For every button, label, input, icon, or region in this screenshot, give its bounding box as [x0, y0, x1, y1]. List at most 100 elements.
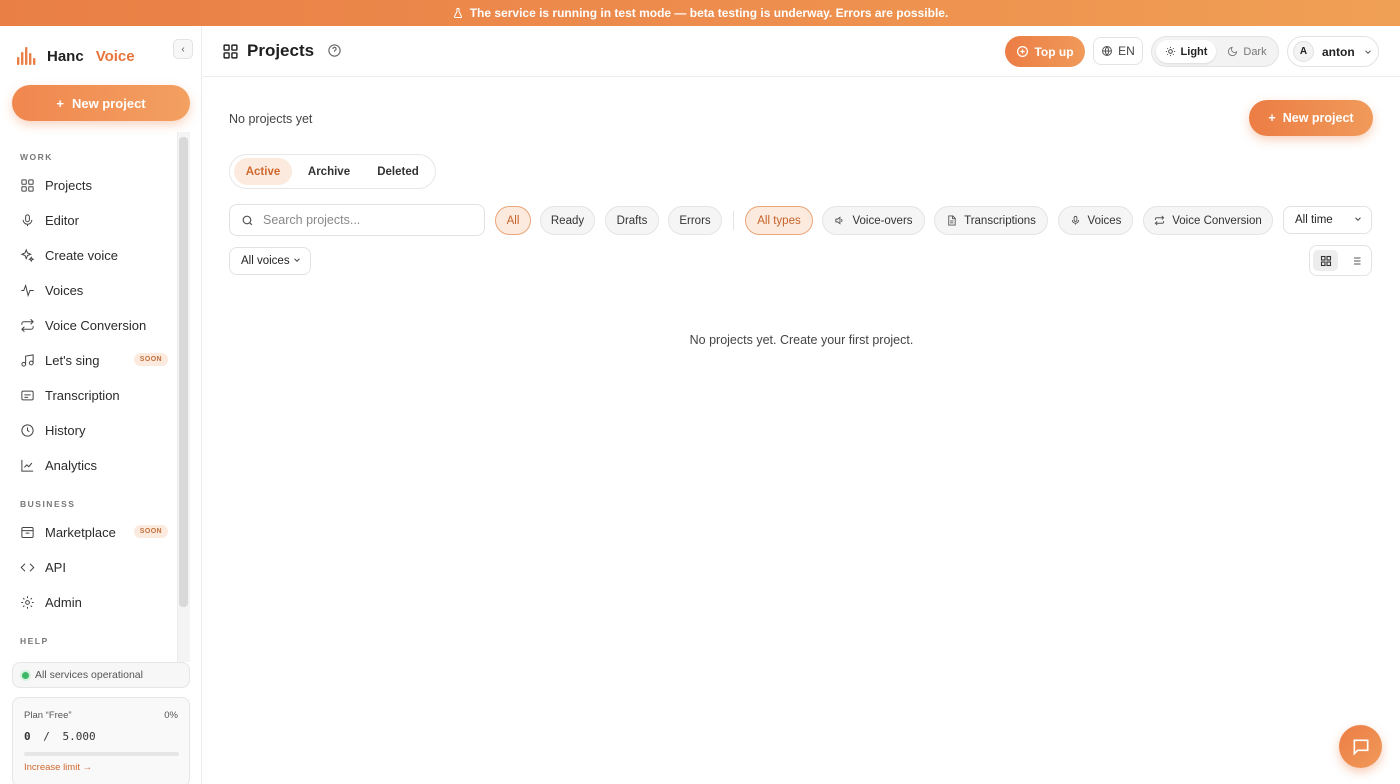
banner-text: The service is running in test mode — be…: [469, 6, 949, 20]
sun-icon: [1165, 46, 1175, 57]
time-range-value: All time: [1295, 214, 1333, 226]
voices-select[interactable]: All voices: [229, 247, 311, 275]
page-title: Projects: [222, 41, 314, 61]
clock-icon: [21, 423, 34, 437]
filter-type-label: Voices: [1087, 214, 1122, 227]
sidebar-item-editor[interactable]: Editor: [12, 205, 174, 235]
brand-name: Hanc: [47, 47, 84, 65]
chat-icon: [1353, 739, 1368, 756]
chart-line-icon: [21, 459, 34, 472]
main-new-project-button[interactable]: + New project: [1249, 100, 1373, 136]
user-name: anton: [1322, 44, 1355, 59]
search-input[interactable]: [263, 213, 463, 227]
sparkle-icon: [20, 248, 35, 262]
sidebar-item-label: Admin: [45, 594, 82, 610]
theme-light-option[interactable]: Light: [1156, 40, 1216, 63]
repeat-icon: [1154, 215, 1165, 226]
section-label-business: BUSINESS: [20, 499, 76, 509]
filter-type-label: Voice-overs: [852, 214, 913, 227]
chevron-down-icon: [1364, 49, 1371, 54]
plus-circle-icon: [1017, 46, 1029, 57]
filter-type-all[interactable]: All types: [745, 206, 813, 235]
plan-name: Plan “Free”: [24, 710, 72, 721]
service-status[interactable]: All services operational: [12, 662, 190, 688]
mic-icon: [22, 213, 33, 226]
user-menu-button[interactable]: A anton: [1287, 36, 1379, 67]
document-icon: [948, 215, 956, 226]
project-tabs: Active Archive Deleted: [229, 154, 436, 189]
page-title-text: Projects: [247, 41, 315, 60]
language-selector[interactable]: EN: [1093, 37, 1143, 65]
filter-status-ready[interactable]: Ready: [540, 206, 595, 235]
sidebar-item-label: Analytics: [45, 457, 98, 473]
chat-support-button[interactable]: [1339, 725, 1382, 768]
gear-icon: [21, 595, 34, 609]
filter-status-all[interactable]: All: [495, 206, 531, 235]
help-circle-icon[interactable]: [327, 43, 342, 58]
plus-icon: +: [1268, 111, 1276, 125]
sidebar-item-voice-conversion[interactable]: Voice Conversion: [12, 310, 174, 340]
mic-icon: [1071, 215, 1079, 225]
sidebar-scrollbar[interactable]: [179, 137, 188, 607]
subtitles-icon: [21, 390, 34, 400]
sidebar-item-transcription[interactable]: Transcription: [12, 380, 174, 410]
logo[interactable]: Hanc Voice: [17, 47, 135, 65]
time-range-select[interactable]: All time: [1283, 206, 1372, 234]
view-mode-toggle: [1309, 245, 1372, 276]
sidebar-item-analytics[interactable]: Analytics: [12, 450, 174, 480]
sidebar-item-marketplace[interactable]: Marketplace SOON: [12, 517, 174, 547]
sidebar-item-label: Editor: [45, 212, 79, 228]
soon-badge: SOON: [133, 353, 168, 366]
sidebar-item-lets-sing[interactable]: Let's sing SOON: [12, 345, 174, 375]
sidebar: Hanc Voice ‹ + New project WORK Projects…: [0, 26, 202, 784]
filter-type-voice-conversion[interactable]: Voice Conversion: [1143, 206, 1273, 235]
sidebar-new-project-button[interactable]: + New project: [12, 85, 190, 121]
new-project-label: New project: [71, 95, 146, 111]
chevron-down-icon: [1355, 217, 1361, 221]
filter-status-drafts[interactable]: Drafts: [605, 206, 659, 235]
status-dot-icon: [22, 671, 29, 679]
tab-active[interactable]: Active: [234, 158, 292, 185]
filter-type-voice-overs[interactable]: Voice-overs: [822, 206, 925, 235]
sidebar-item-api[interactable]: API: [12, 552, 174, 582]
filter-type-label: Transcriptions: [964, 214, 1036, 227]
sidebar-item-label: Create voice: [45, 247, 118, 263]
avatar: A: [1293, 41, 1314, 62]
sidebar-item-projects[interactable]: Projects: [12, 170, 174, 200]
plan-progress-bar: [24, 752, 179, 756]
theme-dark-option[interactable]: Dark: [1218, 40, 1276, 63]
voices-select-value: All voices: [241, 255, 290, 267]
sidebar-item-label: Let's sing: [45, 352, 100, 368]
filter-type-voices[interactable]: Voices: [1058, 206, 1133, 235]
tab-archive[interactable]: Archive: [298, 158, 360, 185]
language-label: EN: [1118, 44, 1135, 58]
moon-icon: [1228, 46, 1238, 57]
list-view-button[interactable]: [1343, 250, 1368, 271]
tab-deleted[interactable]: Deleted: [366, 158, 430, 185]
increase-limit-link[interactable]: Increase limit →: [24, 762, 92, 773]
sidebar-item-voices[interactable]: Voices: [12, 275, 174, 305]
grid-icon: [223, 43, 238, 59]
sidebar-item-create-voice[interactable]: Create voice: [12, 240, 174, 270]
plan-separator: /: [43, 730, 50, 743]
logo-bars-icon: [17, 47, 36, 65]
filter-status-errors[interactable]: Errors: [668, 206, 722, 235]
search-box: [229, 204, 485, 236]
grid-view-button[interactable]: [1313, 250, 1338, 271]
top-up-button[interactable]: Top up: [1005, 36, 1085, 67]
empty-state-message: No projects yet. Create your first proje…: [689, 333, 914, 347]
sidebar-item-label: Voice Conversion: [45, 317, 147, 333]
plan-used: 0: [24, 730, 31, 743]
collapse-sidebar-button[interactable]: ‹: [173, 39, 193, 59]
globe-icon: [1102, 46, 1113, 56]
test-mode-banner: The service is running in test mode — be…: [0, 0, 1400, 26]
flask-icon: [453, 8, 462, 18]
plan-percent: 0%: [164, 710, 178, 721]
chevron-left-icon: ‹: [181, 43, 185, 55]
sidebar-item-label: Marketplace: [45, 524, 116, 540]
sidebar-item-admin[interactable]: Admin: [12, 587, 174, 617]
sidebar-item-history[interactable]: History: [12, 415, 174, 445]
filter-divider: [733, 211, 734, 230]
grid-icon: [1320, 255, 1331, 266]
filter-type-transcriptions[interactable]: Transcriptions: [934, 206, 1048, 235]
